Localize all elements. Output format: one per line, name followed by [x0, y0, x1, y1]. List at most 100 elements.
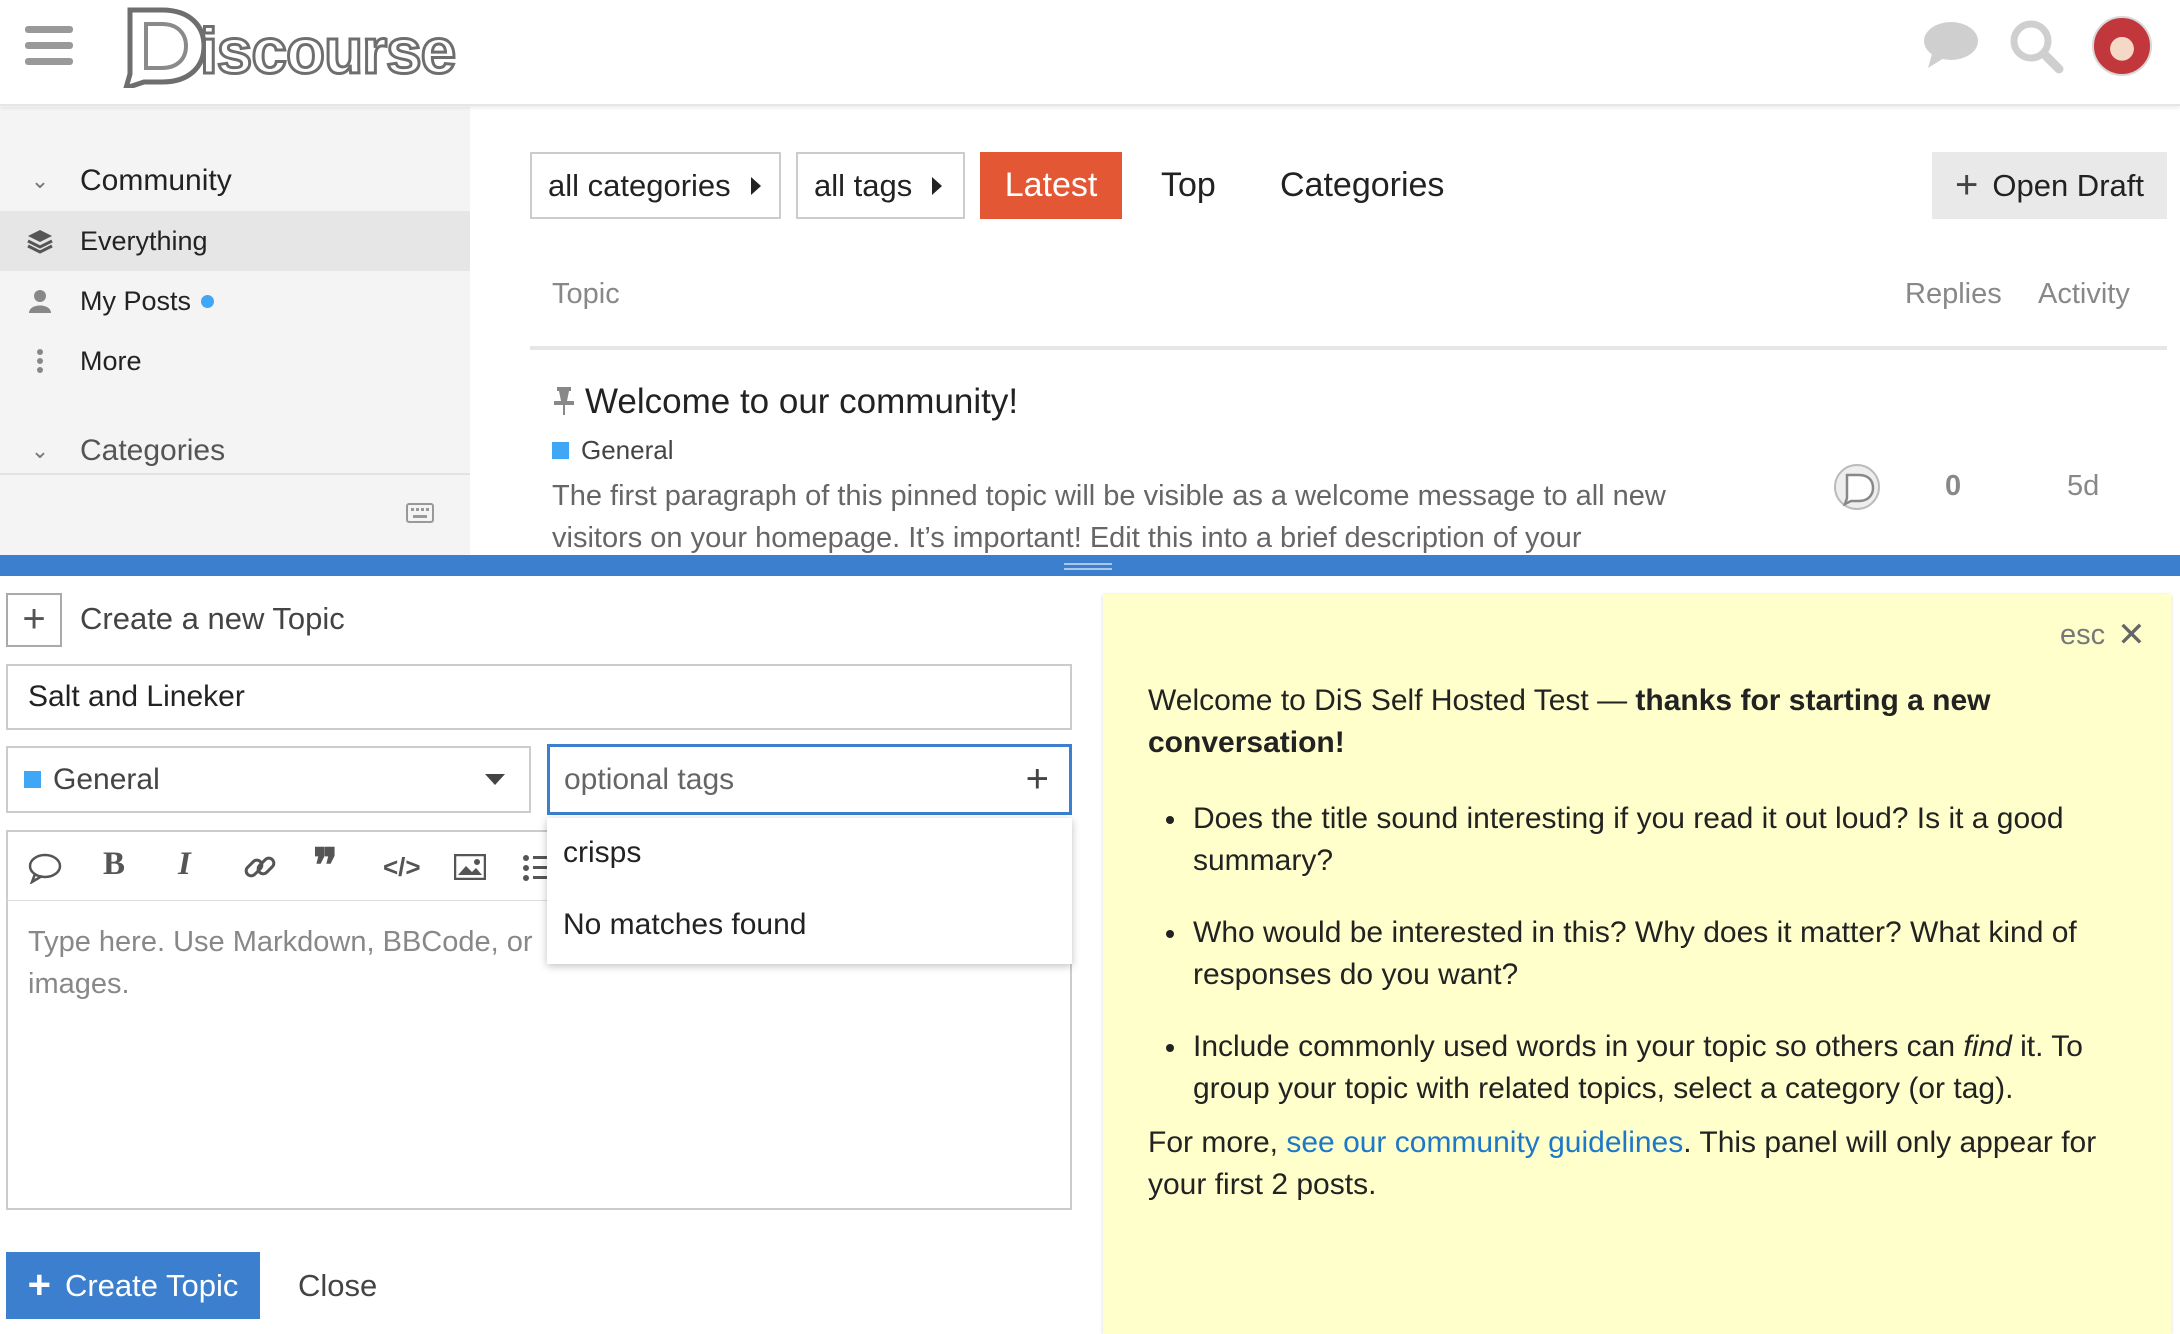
- sidebar-item-my-posts[interactable]: My Posts: [0, 271, 470, 331]
- category-color-swatch: [24, 771, 41, 788]
- composer-actions-button[interactable]: +: [6, 593, 62, 647]
- quote-bubble-icon[interactable]: [28, 852, 62, 884]
- tab-top[interactable]: Top: [1161, 152, 1216, 219]
- esc-label: esc: [2060, 619, 2106, 651]
- user-avatar[interactable]: [2092, 16, 2152, 76]
- category-select-label: General: [53, 762, 160, 796]
- site-header: iscourse: [0, 0, 2180, 106]
- reply-count[interactable]: 0: [1945, 470, 1961, 503]
- tip-text: Include commonly used words in your topi…: [1193, 1030, 1964, 1063]
- close-icon: ✕: [2117, 616, 2146, 654]
- sidebar-divider: [0, 473, 470, 475]
- plus-icon[interactable]: +: [1026, 757, 1049, 802]
- tag-suggestion-item[interactable]: crisps: [563, 836, 641, 870]
- poster-avatar[interactable]: [1833, 463, 1881, 511]
- create-topic-button[interactable]: + Create Topic: [6, 1252, 260, 1319]
- category-select[interactable]: General: [6, 746, 531, 813]
- sidebar: ⌄ Community Everything My Posts More ⌄ C…: [0, 107, 470, 555]
- topic-title-input[interactable]: Salt and Lineker: [6, 664, 1072, 730]
- tip-line: group your topic with related topics, se…: [1193, 1072, 2014, 1105]
- category-badge-label: General: [581, 435, 674, 465]
- education-intro: Welcome to DiS Self Hosted Test — thanks…: [1148, 680, 2128, 764]
- caret-down-icon: [485, 774, 505, 785]
- sidebar-item-label: Everything: [80, 225, 208, 256]
- category-select-value: General: [24, 763, 160, 797]
- unread-indicator-dot: [201, 294, 215, 308]
- tip-line: Include commonly used words in your topi…: [1193, 1026, 2108, 1068]
- hamburger-menu-icon[interactable]: [25, 26, 73, 66]
- discourse-logo-icon[interactable]: [118, 4, 208, 88]
- column-header-replies[interactable]: Replies: [1905, 278, 2002, 311]
- tags-input[interactable]: optional tags +: [547, 744, 1072, 815]
- category-filter-dropdown[interactable]: all categories: [530, 152, 781, 219]
- community-guidelines-link[interactable]: see our community guidelines: [1286, 1126, 1683, 1159]
- open-draft-button[interactable]: + Open Draft: [1932, 152, 2167, 219]
- tip-line: summary?: [1193, 844, 1334, 877]
- chevron-down-icon: ⌄: [30, 438, 50, 463]
- intro-bold: thanks for starting a new: [1635, 684, 1991, 717]
- logo-text[interactable]: iscourse: [198, 14, 457, 89]
- image-upload-icon[interactable]: [454, 854, 486, 880]
- tag-filter-label: all tags: [814, 167, 913, 203]
- topic-excerpt[interactable]: The first paragraph of this pinned topic…: [552, 475, 1752, 559]
- activity-time[interactable]: 5d: [2067, 470, 2099, 503]
- list-item: Who would be interested in this? Why doe…: [1148, 912, 2108, 996]
- dismiss-education-button[interactable]: esc ✕: [2060, 614, 2146, 656]
- sidebar-item-more[interactable]: More: [0, 331, 470, 391]
- column-header-topic[interactable]: Topic: [552, 278, 620, 311]
- chevron-down-icon: ⌄: [30, 168, 50, 193]
- code-icon[interactable]: </>: [383, 852, 421, 883]
- tag-suggestions-dropdown: crisps No matches found: [547, 818, 1072, 964]
- sidebar-section-categories[interactable]: ⌄ Categories: [0, 421, 470, 481]
- sidebar-section-label: Community: [80, 164, 232, 197]
- close-composer-button[interactable]: Close: [298, 1252, 377, 1319]
- composer-resize-grip[interactable]: [0, 555, 2180, 576]
- caret-right-icon: [932, 176, 943, 195]
- list-item: Include commonly used words in your topi…: [1148, 1026, 2108, 1110]
- grip-line: [1064, 568, 1112, 570]
- tab-latest[interactable]: Latest: [980, 152, 1122, 219]
- plus-icon: +: [1955, 163, 1979, 207]
- topic-title-link[interactable]: Welcome to our community!: [585, 382, 1018, 422]
- composer-action-title: Create a new Topic: [80, 601, 345, 636]
- layers-icon: [0, 228, 80, 254]
- grip-line: [1064, 563, 1112, 565]
- tip-line: Does the title sound interesting if you …: [1193, 802, 2064, 835]
- tab-categories[interactable]: Categories: [1280, 152, 1444, 219]
- education-tips-list: Does the title sound interesting if you …: [1148, 798, 2108, 1140]
- chat-icon[interactable]: [1922, 18, 1980, 70]
- category-color-swatch: [552, 442, 569, 459]
- tip-line: Who would be interested in this? Why doe…: [1193, 916, 2077, 949]
- intro-text: Welcome to DiS Self Hosted Test —: [1148, 684, 1636, 717]
- composer-education-panel: esc ✕ Welcome to DiS Self Hosted Test — …: [1103, 594, 2171, 1334]
- sidebar-item-label: More: [80, 345, 142, 376]
- plus-icon: +: [27, 1263, 51, 1307]
- vertical-ellipsis-icon: [0, 349, 80, 373]
- sidebar-item-everything[interactable]: Everything: [0, 211, 470, 271]
- sidebar-section-community[interactable]: ⌄ Community: [0, 151, 470, 211]
- tip-line: responses do you want?: [1193, 958, 1519, 991]
- footer-text: For more,: [1148, 1126, 1287, 1159]
- table-header-divider: [530, 346, 2167, 350]
- pin-icon: [554, 387, 574, 415]
- topic-category-badge[interactable]: General: [552, 435, 674, 466]
- search-icon[interactable]: [2008, 18, 2064, 74]
- column-header-activity[interactable]: Activity: [2038, 278, 2130, 311]
- excerpt-line: The first paragraph of this pinned topic…: [552, 480, 1666, 512]
- sidebar-section-label: Categories: [80, 434, 226, 467]
- tip-text: it. To: [2011, 1030, 2083, 1063]
- table-row: Welcome to our community! General The fi…: [530, 370, 2170, 555]
- education-footer: For more, see our community guidelines. …: [1148, 1122, 2128, 1206]
- tag-filter-dropdown[interactable]: all tags: [796, 152, 965, 219]
- intro-bold: conversation!: [1148, 726, 1345, 759]
- tags-input-placeholder: optional tags: [564, 762, 735, 796]
- sidebar-item-label: My Posts: [80, 285, 192, 316]
- blockquote-icon[interactable]: ❞: [313, 838, 338, 892]
- create-topic-label: Create Topic: [64, 1267, 239, 1303]
- keyboard-shortcuts-icon[interactable]: [406, 503, 434, 523]
- tip-emphasis: find: [1963, 1030, 2012, 1063]
- editor-placeholder-line: images.: [28, 968, 130, 1000]
- bold-icon[interactable]: B: [103, 846, 125, 883]
- italic-icon[interactable]: I: [178, 846, 191, 883]
- link-icon[interactable]: [243, 850, 277, 884]
